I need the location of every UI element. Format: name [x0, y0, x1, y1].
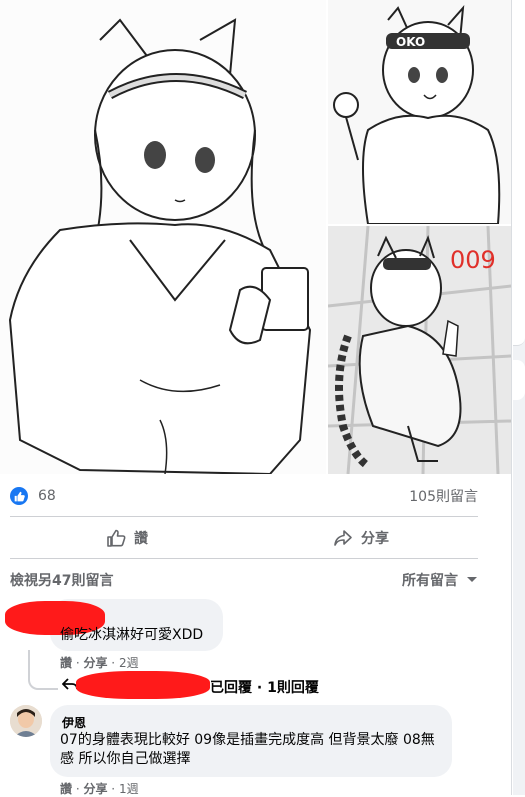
anime-girl-sketch-main — [0, 0, 326, 474]
photo-bottom-right[interactable]: 009 — [328, 226, 511, 474]
sketch-number-009: 009 — [450, 246, 496, 274]
avatar[interactable] — [10, 705, 42, 737]
avatar-photo — [10, 705, 42, 737]
svg-text:OKO: OKO — [396, 35, 425, 49]
view-more-comments-link[interactable]: 檢視另47則留言 — [10, 570, 113, 590]
divider — [10, 516, 478, 517]
comment-meta: 讚 · 分享 · 1週 — [60, 782, 139, 796]
anime-girl-sketch-pose: 007 OKO — [328, 0, 511, 224]
comment-time[interactable]: 2週 — [119, 656, 139, 670]
photo-top-right[interactable]: 007 OKO — [328, 0, 511, 224]
adjacent-card — [513, 0, 525, 346]
comment-share-link[interactable]: 分享 — [83, 656, 107, 670]
post-actions: 讚 分享 — [10, 520, 478, 556]
comment-sort-label: 所有留言 — [402, 573, 458, 589]
view-replies[interactable]: 已回覆 · 1則回覆 — [62, 671, 319, 699]
comment-share-link[interactable]: 分享 — [83, 782, 107, 796]
like-button-label: 讚 — [134, 531, 148, 547]
share-arrow-icon — [334, 530, 352, 546]
comment-sort-dropdown[interactable]: 所有留言 — [402, 570, 478, 590]
redaction-mark — [76, 671, 210, 699]
comment-author[interactable]: 伊恩 — [62, 714, 86, 731]
comment-count[interactable]: 105則留言 — [409, 486, 478, 506]
share-button[interactable]: 分享 — [244, 520, 478, 556]
caret-down-icon — [467, 577, 477, 582]
like-summary[interactable]: 68 — [10, 487, 56, 505]
comment-text: 07的身體表現比較好 09像是插畫完成度高 但背景太廢 08無感 所以你自己做選… — [60, 732, 435, 767]
adjacent-card — [513, 360, 525, 400]
divider — [10, 558, 478, 559]
comment-meta: 讚 · 分享 · 2週 — [60, 656, 139, 670]
comments-header: 檢視另47則留言 所有留言 — [10, 568, 478, 592]
reply-thread-line — [28, 650, 58, 690]
facebook-post: 007 OKO 009 — [0, 0, 512, 796]
comment-time[interactable]: 1週 — [119, 782, 139, 796]
reactions-bar: 68 105則留言 — [10, 484, 478, 508]
anime-girl-sketch-squat: 009 — [328, 226, 511, 474]
like-outline-icon — [107, 529, 126, 547]
share-button-label: 分享 — [361, 531, 389, 547]
comment-text: 偷吃冰淇淋好可愛XDD — [60, 627, 204, 643]
like-count: 68 — [38, 488, 56, 504]
photo-grid: 007 OKO 009 — [0, 0, 511, 474]
reply-count: 1則回覆 — [267, 680, 319, 696]
comment-like-link[interactable]: 讚 — [60, 656, 72, 670]
thumbs-up-icon — [10, 487, 28, 505]
photo-main[interactable] — [0, 0, 326, 474]
comment-like-link[interactable]: 讚 — [60, 782, 72, 796]
like-button[interactable]: 讚 — [10, 520, 244, 556]
replied-label: 已回覆 — [210, 680, 252, 696]
